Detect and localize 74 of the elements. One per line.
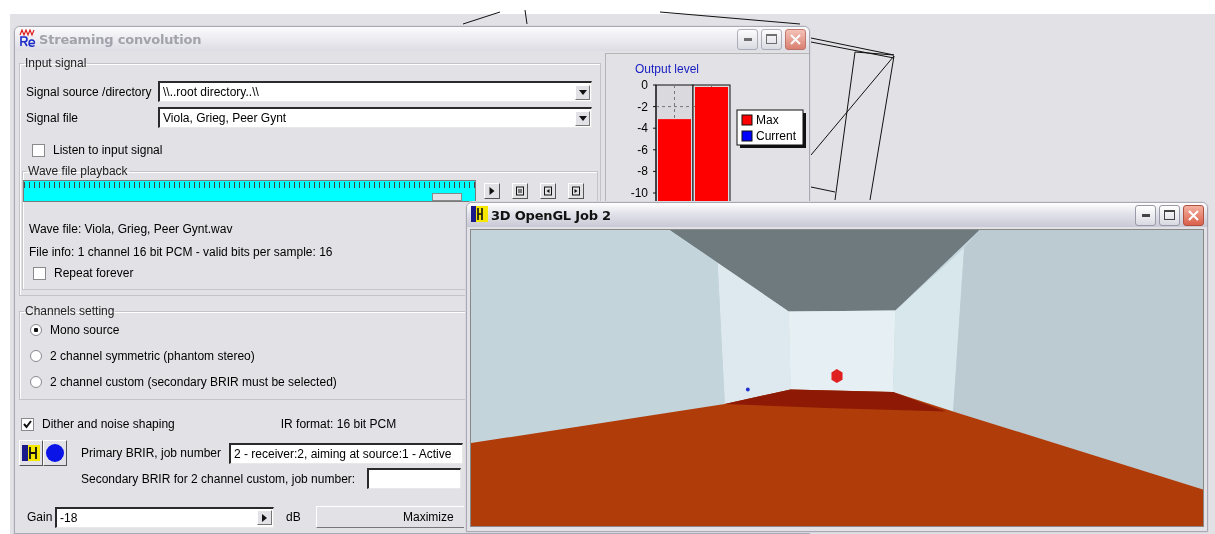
checkbox[interactable] xyxy=(33,266,46,280)
pause-button[interactable] xyxy=(512,183,528,199)
dropdown[interactable]: 2 - receiver:2, aiming at source:1 - Active xyxy=(229,442,463,464)
caret-right-icon xyxy=(262,513,267,522)
scale-label: -6 xyxy=(637,142,648,157)
window-title: Streaming convolution xyxy=(39,31,203,47)
scale-label: 0 xyxy=(641,78,648,92)
field-label: Primary BRIR, job number xyxy=(81,446,223,460)
slider-thumb[interactable] xyxy=(432,193,463,201)
group-title: Wave file playback xyxy=(27,164,129,178)
dropdown[interactable]: Viola, Grieg, Peer Gynt xyxy=(158,107,592,128)
file-info-text: File info: 1 channel 16 bit PCM - valid bits per sample: 16 xyxy=(29,245,333,259)
maximize-icon xyxy=(1164,210,1175,220)
legend-label: Current xyxy=(756,129,796,143)
app-logo-icon xyxy=(19,28,36,47)
scale-label: -2 xyxy=(637,99,648,114)
maximize-button[interactable]: Maximize xyxy=(315,506,464,528)
group-title: Channels setting xyxy=(24,304,116,318)
skip-forward-icon xyxy=(571,186,581,196)
minimize-button[interactable] xyxy=(1135,204,1156,226)
minimize-button[interactable] xyxy=(737,28,758,50)
job-icon xyxy=(21,443,41,463)
dropdown[interactable]: \\..root directory..\\ xyxy=(158,81,592,102)
unit-label: dB xyxy=(286,510,301,524)
radio-label[interactable]: 2 channel symmetric (phantom stereo) xyxy=(50,349,255,363)
group-title: Input signal xyxy=(24,56,88,70)
scale-label: -4 xyxy=(637,121,648,136)
close-icon xyxy=(1188,209,1199,221)
wireframe-fragment xyxy=(462,9,528,25)
playback-slider[interactable] xyxy=(23,180,476,202)
scale-label: -10 xyxy=(630,186,648,200)
input-field[interactable]: -18 xyxy=(55,506,274,528)
caret-down-icon xyxy=(578,115,587,121)
pause-icon xyxy=(515,186,525,196)
maximize-button[interactable] xyxy=(1159,204,1180,226)
close-icon xyxy=(790,33,801,45)
checkbox[interactable] xyxy=(32,143,45,157)
checkbox-label[interactable]: Repeat forever xyxy=(54,266,134,280)
minimize-icon xyxy=(1141,213,1150,217)
play-icon xyxy=(487,186,497,196)
field-label: Secondary BRIR for 2 channel custom, job number: xyxy=(81,471,357,486)
legend-label: Max xyxy=(756,113,779,127)
file-name-text: Wave file: Viola, Grieg, Peer Gynt.wav xyxy=(29,222,233,236)
radio-button[interactable] xyxy=(30,324,42,336)
field-label: Gain xyxy=(27,510,54,524)
caret-down-icon xyxy=(578,89,587,95)
field-label: Signal source /directory xyxy=(26,84,153,99)
window-title: 3D OpenGL Job 2 xyxy=(491,207,612,223)
scale-label: -8 xyxy=(637,164,648,179)
circle-button[interactable] xyxy=(43,440,67,466)
input-field[interactable] xyxy=(367,468,461,489)
checkmark-icon xyxy=(23,419,32,429)
field-label: Signal file xyxy=(26,110,80,125)
app-icon xyxy=(471,204,488,223)
radio-button[interactable] xyxy=(30,350,42,362)
close-button[interactable] xyxy=(785,28,806,50)
format-text: IR format: 16 bit PCM xyxy=(280,417,397,431)
skip-back-button[interactable] xyxy=(540,183,556,199)
radio-button[interactable] xyxy=(30,376,42,388)
radio-label[interactable]: 2 channel custom (secondary BRIR must be selected) xyxy=(50,375,337,389)
skip-forward-button[interactable] xyxy=(568,183,584,199)
checkbox-label[interactable]: Listen to input signal xyxy=(53,143,163,157)
checkbox-label[interactable]: Dither and noise shaping xyxy=(42,417,175,431)
checkbox[interactable] xyxy=(21,417,34,431)
minimize-icon xyxy=(743,37,752,41)
meter-title: Output level xyxy=(635,62,700,76)
maximize-button[interactable] xyxy=(761,28,782,50)
radio-label[interactable]: Mono source xyxy=(50,323,120,337)
skip-back-icon xyxy=(543,186,553,196)
maximize-icon xyxy=(766,34,777,44)
circle-icon xyxy=(45,443,65,463)
play-button[interactable] xyxy=(484,183,500,199)
close-button[interactable] xyxy=(1183,204,1204,226)
job-button[interactable] xyxy=(19,440,43,466)
